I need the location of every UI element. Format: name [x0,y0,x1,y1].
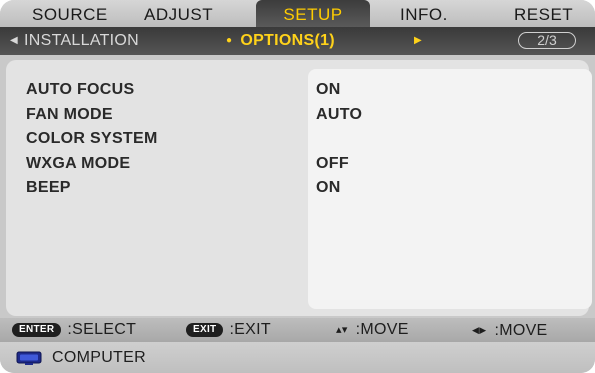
bullet-icon: ● [226,35,233,46]
arrow-right-icon: ▶ [414,35,422,46]
hint-exit-label: :EXIT [229,321,271,338]
enter-key-icon: ENTER [12,323,62,337]
left-right-arrows-icon: ◀▶ [472,325,487,335]
up-down-arrows-icon: ▴▾ [336,324,348,336]
subtab-installation-label: INSTALLATION [24,32,140,49]
page-indicator: 2/3 [518,32,576,49]
subtab-options-label: OPTIONS(1) [240,32,335,49]
projector-osd-menu: SOURCE ADJUST SETUP INFO. RESET ◀ INSTALL… [0,0,595,373]
subtab-options[interactable]: ● OPTIONS(1) [226,27,335,55]
hint-move-vertical-label: :MOVE [355,321,409,338]
tab-info[interactable]: INFO. [400,0,448,27]
setting-auto-focus[interactable]: AUTO FOCUS [26,79,134,101]
setting-wxga-mode[interactable]: WXGA MODE [26,153,130,175]
main-tab-bar: SOURCE ADJUST SETUP INFO. RESET [0,0,595,27]
tab-setup[interactable]: SETUP [256,0,370,27]
setting-auto-focus-value: ON [316,81,341,98]
setting-fan-mode[interactable]: FAN MODE [26,104,113,126]
current-source-label: COMPUTER [52,349,146,366]
setting-beep-value: ON [316,179,341,196]
setting-color-system[interactable]: COLOR SYSTEM [26,128,158,150]
setting-beep[interactable]: BEEP [26,177,71,199]
hint-move-vertical: ▴▾ :MOVE [336,318,409,342]
hint-move-horizontal-label: :MOVE [494,322,548,339]
setting-wxga-mode-value: OFF [316,155,349,172]
hint-enter-label: :SELECT [67,321,137,338]
next-page-arrow[interactable]: ▶ [414,27,428,55]
hint-move-horizontal: ◀▶ :MOVE [472,318,548,342]
tab-reset[interactable]: RESET [514,0,573,27]
computer-monitor-icon [16,351,42,365]
key-hint-bar: ENTER :SELECT EXIT :EXIT ▴▾ :MOVE ◀▶ :MOVE [0,318,595,342]
hint-enter: ENTER :SELECT [12,318,136,342]
arrow-left-icon: ◀ [10,35,18,46]
setting-fan-mode-value: AUTO [316,106,363,123]
subtab-installation[interactable]: ◀ INSTALLATION [10,27,139,55]
source-status-bar: COMPUTER [0,342,595,373]
sub-tab-bar: ◀ INSTALLATION ● OPTIONS(1) ▶ 2/3 [0,27,595,55]
tab-adjust[interactable]: ADJUST [144,0,213,27]
exit-key-icon: EXIT [186,323,224,337]
tab-source[interactable]: SOURCE [32,0,108,27]
hint-exit: EXIT :EXIT [186,318,271,342]
